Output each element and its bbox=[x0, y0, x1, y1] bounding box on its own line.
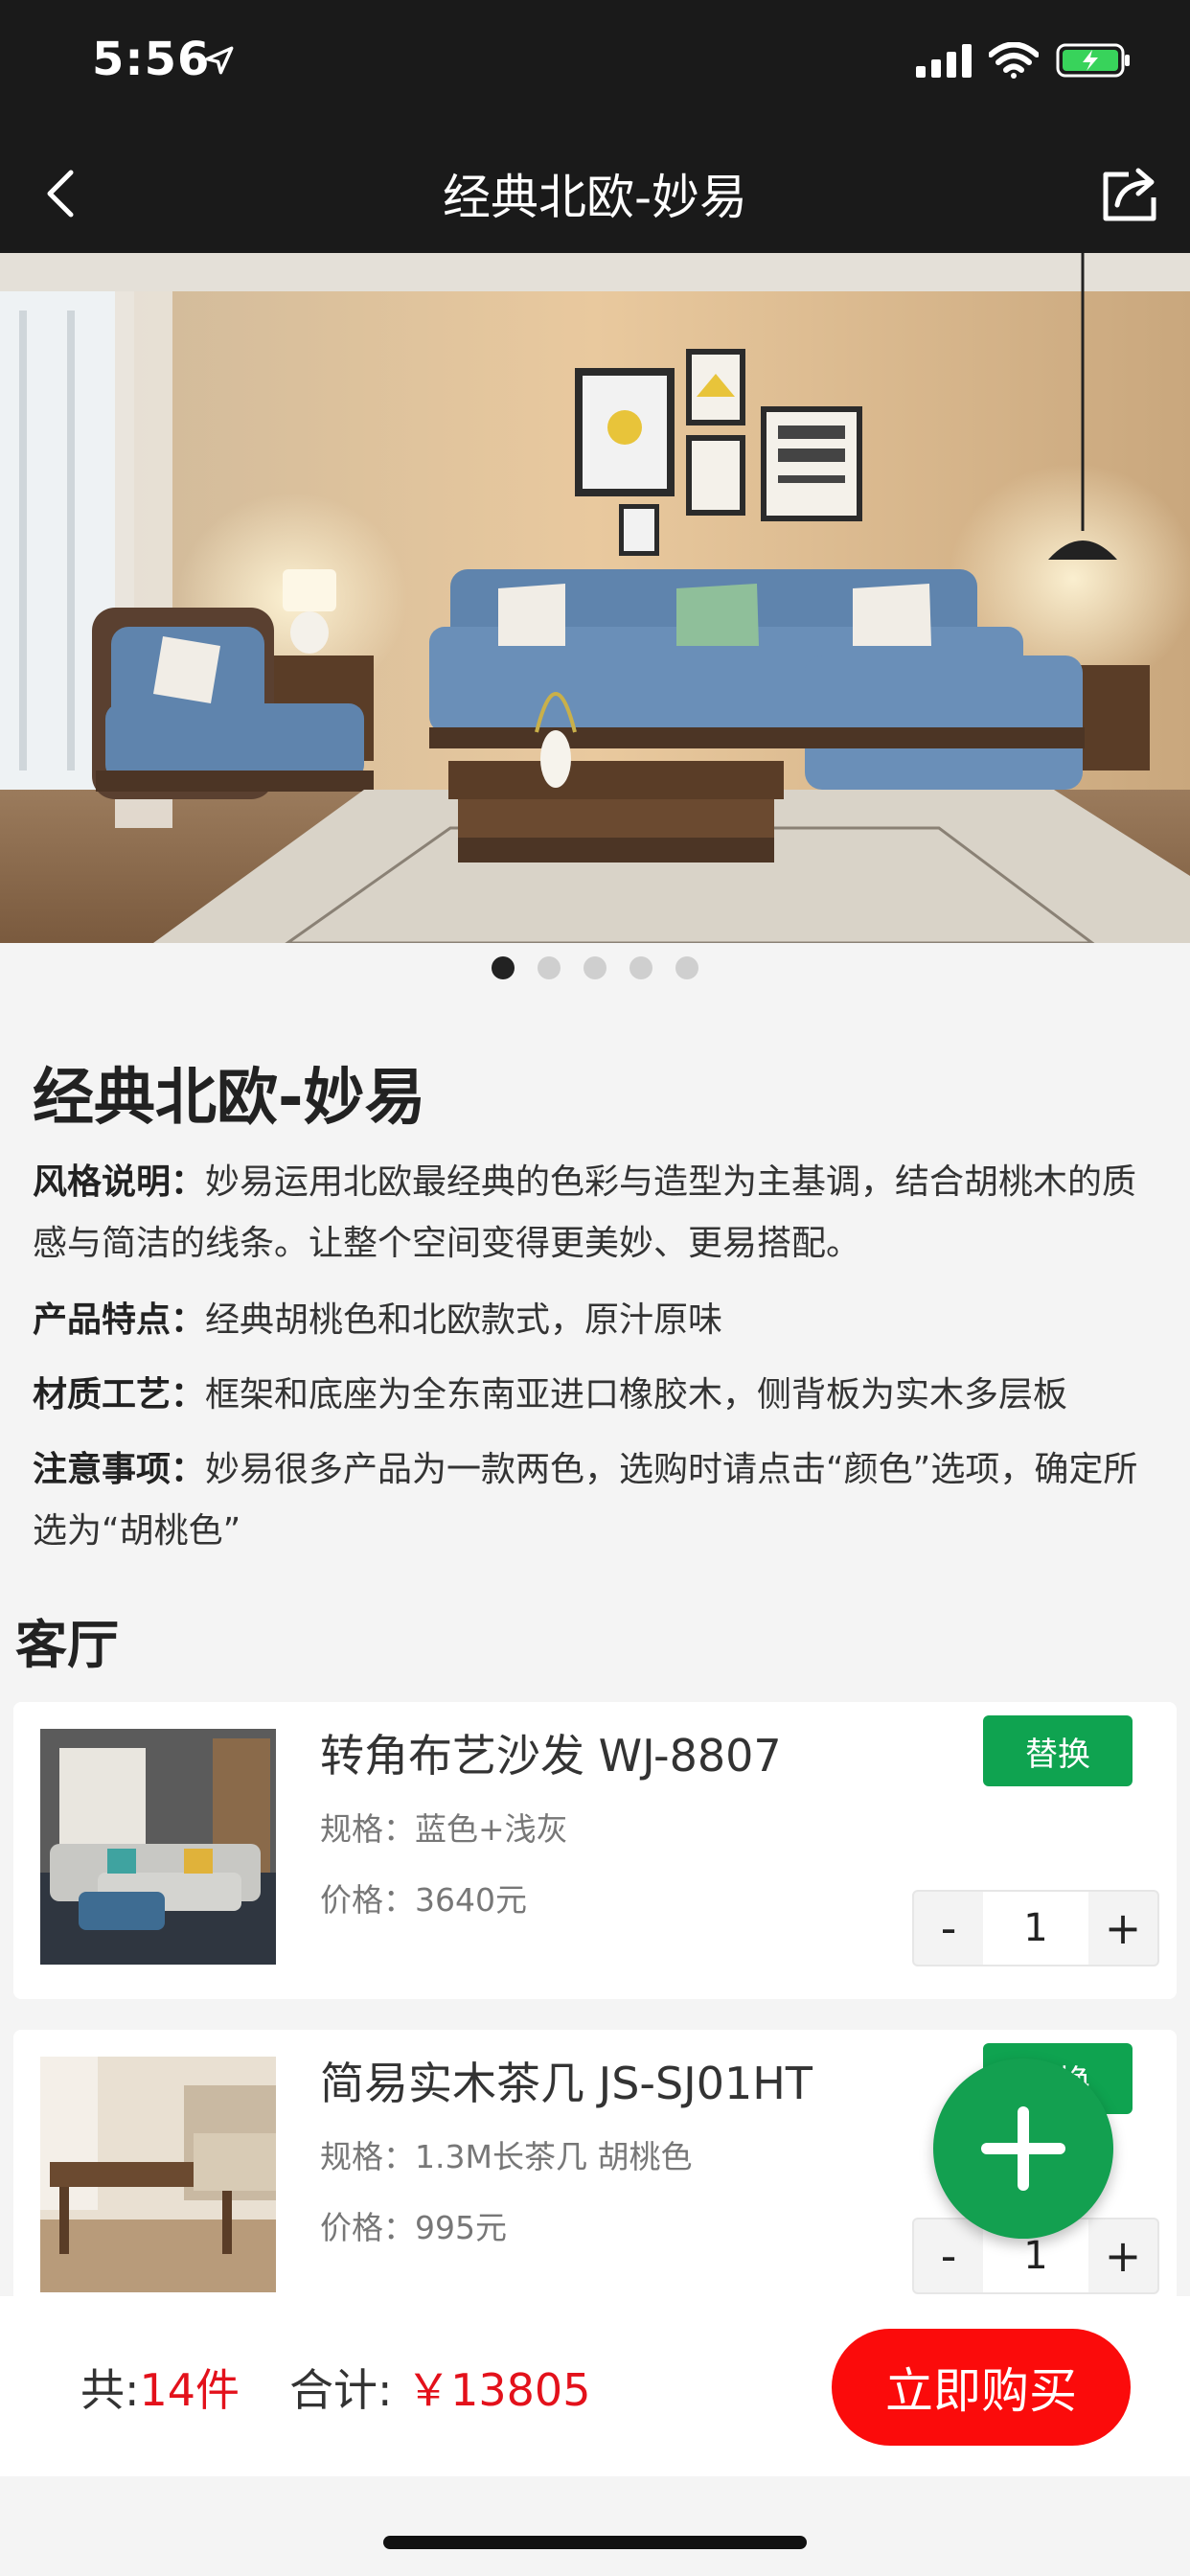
status-icons bbox=[916, 41, 1133, 82]
cellular-signal-icon bbox=[916, 43, 972, 81]
style-label: 风格说明： bbox=[33, 1162, 206, 1202]
carousel-dot[interactable] bbox=[675, 956, 698, 979]
item-price: 价格：995元 bbox=[320, 2209, 507, 2246]
list-item[interactable]: 转角布艺沙发 WJ-8807 规格：蓝色+浅灰 价格：3640元 替换 - 1 … bbox=[13, 1702, 1177, 1999]
material-label: 材质工艺： bbox=[33, 1375, 206, 1414]
feature-label: 产品特点： bbox=[33, 1300, 206, 1340]
carousel-dot[interactable] bbox=[538, 956, 561, 979]
style-description: 风格说明：妙易运用北欧最经典的色彩与造型为主基调，结合胡桃木的质感与简洁的线条。… bbox=[33, 1152, 1163, 1275]
item-count: 共:14件 bbox=[80, 2356, 240, 2419]
product-title: 经典北欧-妙易 bbox=[33, 1063, 426, 1134]
living-room-photo bbox=[0, 253, 1190, 943]
home-indicator-area bbox=[0, 2476, 1190, 2576]
location-arrow-icon bbox=[203, 44, 236, 80]
notice-description: 注意事项：妙易很多产品为一款两色，选购时请点击“颜色”选项，确定所选为“胡桃色” bbox=[33, 1439, 1163, 1562]
buy-now-button[interactable]: 立即购买 bbox=[832, 2329, 1131, 2446]
section-title-living-room: 客厅 bbox=[15, 1615, 119, 1675]
status-time: 5:56 bbox=[92, 33, 211, 86]
material-description: 材质工艺：框架和底座为全东南亚进口橡胶木，侧背板为实木多层板 bbox=[33, 1365, 1163, 1426]
material-text: 框架和底座为全东南亚进口橡胶木，侧背板为实木多层板 bbox=[205, 1375, 1068, 1414]
item-price: 价格：3640元 bbox=[320, 1881, 527, 1919]
item-spec: 规格：1.3M长茶几 胡桃色 bbox=[320, 2138, 693, 2175]
item-thumbnail[interactable] bbox=[40, 2057, 276, 2292]
quantity-stepper: - 1 + bbox=[912, 1890, 1159, 1966]
wifi-icon bbox=[988, 41, 1040, 82]
item-name: 转角布艺沙发 WJ-8807 bbox=[320, 1730, 782, 1782]
quantity-value[interactable]: 1 bbox=[983, 1892, 1088, 1965]
carousel-pagination bbox=[0, 956, 1190, 979]
carousel-dot[interactable] bbox=[584, 956, 606, 979]
battery-charging-icon bbox=[1056, 42, 1133, 82]
total-value: ￥13805 bbox=[406, 2364, 591, 2416]
total-label: 合计: bbox=[289, 2364, 393, 2416]
increment-button[interactable]: + bbox=[1088, 1892, 1157, 1965]
carousel-dot[interactable] bbox=[629, 956, 652, 979]
home-indicator[interactable] bbox=[383, 2536, 807, 2549]
checkout-bar: 共:14件 合计: ￥13805 立即购买 bbox=[0, 2296, 1190, 2476]
nav-bar: 经典北欧-妙易 bbox=[0, 134, 1190, 253]
total-amount: 合计: ￥13805 bbox=[289, 2356, 590, 2419]
feature-description: 产品特点：经典胡桃色和北欧款式，原汁原味 bbox=[33, 1290, 1163, 1351]
notice-label: 注意事项： bbox=[33, 1450, 206, 1489]
item-spec: 规格：蓝色+浅灰 bbox=[320, 1810, 568, 1848]
nav-title: 经典北欧-妙易 bbox=[442, 170, 748, 225]
carousel-dot[interactable] bbox=[492, 956, 515, 979]
item-name: 简易实木茶几 JS-SJ01HT bbox=[320, 2058, 812, 2109]
item-thumbnail[interactable] bbox=[40, 1729, 276, 1965]
product-hero-image[interactable] bbox=[0, 253, 1190, 943]
count-label: 共: bbox=[80, 2364, 140, 2416]
status-bar: 5:56 bbox=[0, 0, 1190, 134]
add-item-button[interactable] bbox=[933, 2058, 1113, 2239]
feature-text: 经典胡桃色和北欧款式，原汁原味 bbox=[205, 1300, 723, 1340]
count-value: 14件 bbox=[139, 2364, 240, 2416]
plus-icon bbox=[981, 2106, 1065, 2191]
share-icon[interactable] bbox=[1096, 161, 1161, 226]
decrement-button[interactable]: - bbox=[914, 1892, 983, 1965]
replace-button[interactable]: 替换 bbox=[983, 1715, 1133, 1786]
